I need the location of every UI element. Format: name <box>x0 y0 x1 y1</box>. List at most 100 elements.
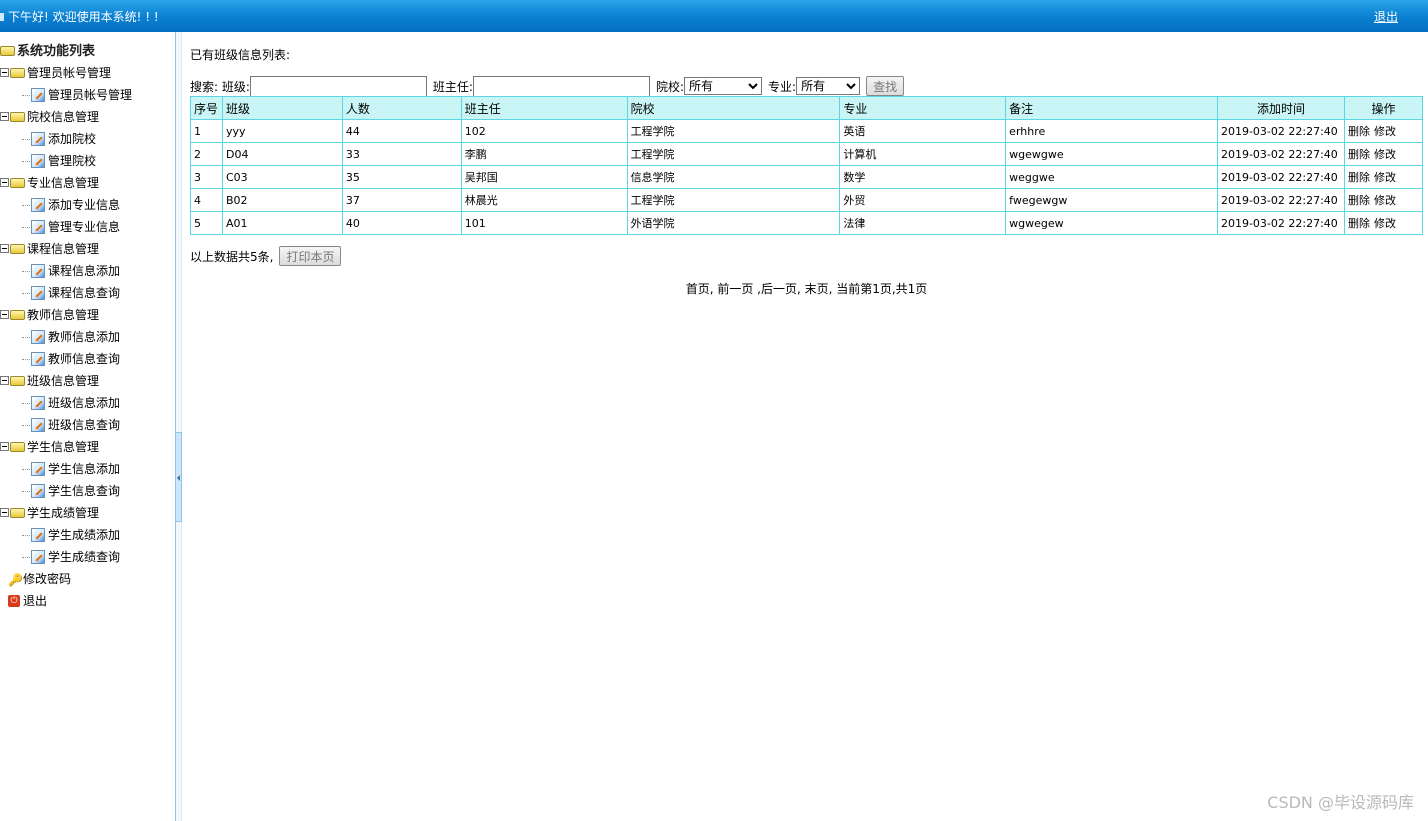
tree-group-5[interactable]: 班级信息管理 <box>0 370 175 392</box>
tree-item-label[interactable]: 添加院校 <box>48 132 96 146</box>
tree-group-0[interactable]: 管理员帐号管理 <box>0 62 175 84</box>
tree-group-label[interactable]: 学生信息管理 <box>27 440 99 454</box>
tree-group-7[interactable]: 学生成绩管理 <box>0 502 175 524</box>
tree-group-label[interactable]: 专业信息管理 <box>27 176 99 190</box>
sidebar-splitter[interactable] <box>175 32 182 821</box>
tree-item-label[interactable]: 班级信息添加 <box>48 396 120 410</box>
tree-item-4-1[interactable]: 教师信息查询 <box>0 348 175 370</box>
tree-item-label[interactable]: 添加专业信息 <box>48 198 120 212</box>
tree-item-label[interactable]: 学生信息查询 <box>48 484 120 498</box>
tree-item-7-1[interactable]: 学生成绩查询 <box>0 546 175 568</box>
major-select[interactable]: 所有 <box>796 77 861 95</box>
edit-link[interactable]: 修改 <box>1374 125 1396 138</box>
tree-group-label[interactable]: 院校信息管理 <box>27 110 99 124</box>
collapse-toggle-icon[interactable] <box>0 112 9 121</box>
tree-item-0-0[interactable]: 管理员帐号管理 <box>0 84 175 106</box>
tree-item-label[interactable]: 学生成绩添加 <box>48 528 120 542</box>
collapse-toggle-icon[interactable] <box>0 68 9 77</box>
function-tree: 系统功能列表 管理员帐号管理 管理员帐号管理 院校信息管理 添加院校 管理院校 专业信息管… <box>0 42 175 612</box>
edit-page-icon <box>31 87 45 102</box>
search-button[interactable]: 查找 <box>866 76 905 96</box>
collapse-toggle-icon[interactable] <box>0 442 9 451</box>
cell-class: C03 <box>221 165 343 189</box>
collapse-toggle-icon[interactable] <box>0 376 9 385</box>
teacher-search-input[interactable] <box>472 75 650 97</box>
collapse-toggle-icon[interactable] <box>0 310 9 319</box>
tree-group-3[interactable]: 课程信息管理 <box>0 238 175 260</box>
change-password-link[interactable]: 修改密码 <box>23 572 71 586</box>
cell-count: 33 <box>341 142 462 166</box>
tree-group-2[interactable]: 专业信息管理 <box>0 172 175 194</box>
cell-teacher: 李鹏 <box>460 142 628 166</box>
cell-school: 工程学院 <box>626 142 841 166</box>
delete-link[interactable]: 删除 <box>1348 125 1370 138</box>
collapse-toggle-icon[interactable] <box>0 508 9 517</box>
cell-no: 1 <box>190 119 223 143</box>
class-search-input[interactable] <box>249 75 427 97</box>
cell-ops: 删除 修改 <box>1343 142 1424 166</box>
folder-open-icon <box>10 507 25 518</box>
exit-link[interactable]: 退出 <box>23 594 47 608</box>
tree-item-label[interactable]: 管理院校 <box>48 154 96 168</box>
cell-ops: 删除 修改 <box>1343 211 1424 235</box>
edit-link[interactable]: 修改 <box>1374 171 1396 184</box>
tree-group-4[interactable]: 教师信息管理 <box>0 304 175 326</box>
tree-item-label[interactable]: 学生信息添加 <box>48 462 120 476</box>
print-button[interactable]: 打印本页 <box>279 246 342 266</box>
tree-item-5-0[interactable]: 班级信息添加 <box>0 392 175 414</box>
folder-open-icon <box>10 309 25 320</box>
edit-link[interactable]: 修改 <box>1374 217 1396 230</box>
tree-group-label[interactable]: 教师信息管理 <box>27 308 99 322</box>
tree-item-3-0[interactable]: 课程信息添加 <box>0 260 175 282</box>
tree-item-6-1[interactable]: 学生信息查询 <box>0 480 175 502</box>
tree-group-label[interactable]: 班级信息管理 <box>27 374 99 388</box>
tree-item-label[interactable]: 学生成绩查询 <box>48 550 120 564</box>
tree-group-label[interactable]: 学生成绩管理 <box>27 506 99 520</box>
tree-item-label[interactable]: 管理员帐号管理 <box>48 88 132 102</box>
delete-link[interactable]: 删除 <box>1348 217 1370 230</box>
watermark: CSDN @毕设源码库 <box>1267 793 1414 812</box>
tree-item-label[interactable]: 教师信息查询 <box>48 352 120 366</box>
tree-connector <box>22 403 30 404</box>
edit-page-icon <box>31 395 45 410</box>
edit-link[interactable]: 修改 <box>1374 194 1396 207</box>
tree-group-label[interactable]: 课程信息管理 <box>27 242 99 256</box>
tree-item-3-1[interactable]: 课程信息查询 <box>0 282 175 304</box>
delete-link[interactable]: 删除 <box>1348 171 1370 184</box>
logout-link[interactable]: 退出 <box>1374 8 1398 25</box>
folder-open-icon <box>10 111 25 122</box>
tree-item-label[interactable]: 班级信息查询 <box>48 418 120 432</box>
school-select[interactable]: 所有 <box>684 77 763 95</box>
tree-item-4-0[interactable]: 教师信息添加 <box>0 326 175 348</box>
tree-group-6[interactable]: 学生信息管理 <box>0 436 175 458</box>
tree-item-2-1[interactable]: 管理专业信息 <box>0 216 175 238</box>
tree-connector <box>22 227 30 228</box>
search-label: 搜索: <box>190 79 219 94</box>
table-row: 5 A01 40 101 外语学院 法律 wgwegew 2019-03-02 22:27:4… <box>190 211 1424 235</box>
tree-item-6-0[interactable]: 学生信息添加 <box>0 458 175 480</box>
tree-item-change-password[interactable]: 🔑修改密码 <box>0 568 175 590</box>
tree-item-label[interactable]: 课程信息添加 <box>48 264 120 278</box>
tree-item-2-0[interactable]: 添加专业信息 <box>0 194 175 216</box>
collapse-sidebar-handle[interactable] <box>175 432 182 522</box>
folder-open-icon <box>10 375 25 386</box>
cell-class: D04 <box>221 142 343 166</box>
collapse-toggle-icon[interactable] <box>0 244 9 253</box>
tree-item-1-0[interactable]: 添加院校 <box>0 128 175 150</box>
tree-group-label[interactable]: 管理员帐号管理 <box>27 66 111 80</box>
tree-item-1-1[interactable]: 管理院校 <box>0 150 175 172</box>
tree-group-1[interactable]: 院校信息管理 <box>0 106 175 128</box>
delete-link[interactable]: 删除 <box>1348 148 1370 161</box>
tree-item-5-1[interactable]: 班级信息查询 <box>0 414 175 436</box>
delete-link[interactable]: 删除 <box>1348 194 1370 207</box>
tree-item-label[interactable]: 课程信息查询 <box>48 286 120 300</box>
tree-item-exit[interactable]: ⏻ 退出 <box>0 590 175 612</box>
collapse-toggle-icon[interactable] <box>0 178 9 187</box>
tree-item-7-0[interactable]: 学生成绩添加 <box>0 524 175 546</box>
cell-time: 2019-03-02 22:27:40 <box>1216 142 1345 166</box>
tree-connector <box>22 161 30 162</box>
tree-item-label[interactable]: 管理专业信息 <box>48 220 120 234</box>
edit-link[interactable]: 修改 <box>1374 148 1396 161</box>
col-header-time: 添加时间 <box>1216 96 1345 120</box>
tree-item-label[interactable]: 教师信息添加 <box>48 330 120 344</box>
